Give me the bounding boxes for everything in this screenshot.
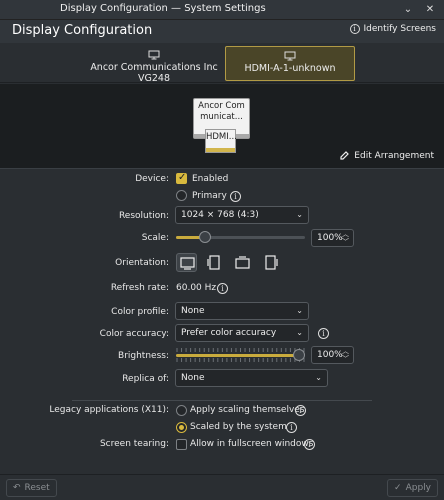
identify-screens-label: Identify Screens — [363, 24, 436, 34]
screen-arrangement-area[interactable]: Ancor Communicat... HDMI... Edit Arrange… — [0, 84, 444, 169]
orientation-landscape-button[interactable] — [176, 253, 197, 272]
output-tabs: Ancor Communications Inc VG248 HDMI-A-1-… — [0, 43, 444, 84]
brightness-label: Brightness: — [118, 351, 169, 361]
tab-label: Ancor Communications Inc VG248 — [90, 62, 218, 84]
info-icon[interactable]: i — [295, 405, 306, 416]
info-icon[interactable]: i — [304, 439, 315, 450]
tab-label: HDMI-A-1-unknown — [244, 63, 336, 74]
checkmark-icon: ✓ — [394, 483, 402, 493]
chevron-down-icon: ⌄ — [296, 328, 303, 337]
apply-label: Apply — [405, 483, 431, 493]
enabled-label: Enabled — [192, 174, 229, 184]
info-icon: i — [349, 24, 360, 34]
brightness-slider-handle[interactable] — [293, 349, 305, 361]
scale-slider[interactable] — [176, 230, 305, 244]
reset-button[interactable]: ↶ Reset — [6, 479, 57, 497]
orientation-label: Orientation: — [115, 258, 169, 268]
slider-ticks — [176, 358, 305, 362]
scale-spinbox[interactable]: 100% ︿ ﹀ — [311, 229, 354, 247]
screen-tearing-label: Screen tearing: — [99, 439, 169, 449]
chevron-down-icon: ⌄ — [315, 373, 322, 382]
landscape-icon — [180, 257, 195, 270]
footer: ↶ Reset ✓ Apply — [0, 474, 444, 500]
tab-ancor-vg248[interactable]: Ancor Communications Inc VG248 — [84, 46, 224, 84]
orientation-portrait-right-button[interactable] — [260, 253, 281, 272]
page-title: Display Configuration — [12, 23, 153, 38]
refresh-rate-value: 60.00 Hz — [176, 283, 217, 293]
close-icon[interactable]: ✕ — [424, 4, 436, 16]
info-icon[interactable]: i — [286, 422, 297, 433]
brightness-spinbox[interactable]: 100% ︿ ﹀ — [311, 346, 354, 364]
scale-slider-handle[interactable] — [199, 231, 212, 243]
window-titlebar: Display Configuration — System Settings … — [0, 0, 444, 20]
brightness-slider[interactable] — [176, 348, 305, 362]
apply-button[interactable]: ✓ Apply — [387, 479, 438, 497]
screen-label: HDMI... — [206, 132, 237, 142]
color-accuracy-label: Color accuracy: — [99, 329, 169, 339]
brightness-value: 100% — [317, 350, 343, 360]
replica-value: None — [181, 373, 205, 383]
allow-tearing-checkbox[interactable] — [176, 439, 187, 450]
monitor-icon — [284, 51, 296, 61]
orientation-portrait-left-button[interactable] — [204, 253, 225, 272]
enabled-checkbox[interactable] — [176, 172, 187, 184]
portrait-left-icon — [207, 255, 220, 270]
primary-radio[interactable] — [176, 190, 187, 201]
spin-arrows-icon[interactable]: ︿ ﹀ — [342, 230, 349, 246]
device-label: Device: — [135, 174, 169, 184]
chevron-down-icon: ⌄ — [296, 210, 303, 219]
resolution-select[interactable]: 1024 × 768 (4:3) ⌄ — [175, 206, 309, 224]
reset-label: Reset — [24, 483, 50, 493]
scale-label: Scale: — [141, 233, 169, 243]
slider-ticks — [176, 348, 305, 352]
legacy-apps-label: Legacy applications (X11): — [49, 405, 169, 415]
allow-tearing-label: Allow in fullscreen windows — [190, 439, 314, 449]
divider — [72, 400, 372, 401]
identify-screens-button[interactable]: i Identify Screens — [349, 24, 436, 34]
slider-ticks — [176, 230, 305, 235]
info-icon[interactable]: i — [230, 191, 241, 202]
monitor-icon — [148, 50, 160, 60]
info-icon[interactable]: i — [217, 283, 228, 294]
color-profile-select[interactable]: None ⌄ — [175, 302, 309, 320]
color-accuracy-value: Prefer color accuracy — [181, 328, 277, 338]
portrait-right-icon — [265, 255, 278, 270]
info-icon[interactable]: i — [318, 328, 329, 339]
color-profile-value: None — [181, 306, 205, 316]
orientation-flipped-button[interactable] — [232, 253, 253, 272]
color-accuracy-select[interactable]: Prefer color accuracy ⌄ — [175, 324, 309, 342]
spin-arrows-icon[interactable]: ︿ ﹀ — [342, 347, 349, 363]
color-profile-label: Color profile: — [111, 307, 169, 317]
replica-select[interactable]: None ⌄ — [175, 369, 328, 387]
replica-label: Replica of: — [122, 374, 169, 384]
landscape-flipped-icon — [235, 256, 250, 269]
resolution-value: 1024 × 768 (4:3) — [181, 210, 259, 220]
pencil-icon — [340, 151, 350, 160]
apply-scaling-radio[interactable] — [176, 405, 187, 416]
chevron-down-icon: ⌄ — [296, 306, 303, 315]
screen-hdmi[interactable]: HDMI... — [205, 129, 237, 153]
edit-arrangement-label: Edit Arrangement — [354, 150, 434, 161]
refresh-rate-label: Refresh rate: — [110, 283, 169, 293]
page-header: Display Configuration i Identify Screens — [0, 20, 444, 43]
scale-value: 100% — [317, 233, 343, 243]
primary-label: Primary — [192, 191, 227, 201]
tab-hdmi-a-1[interactable]: HDMI-A-1-unknown — [225, 46, 355, 81]
scaled-by-system-label: Scaled by the system — [190, 422, 287, 432]
resolution-label: Resolution: — [118, 211, 169, 221]
edit-arrangement-button[interactable]: Edit Arrangement — [339, 150, 434, 161]
scaled-by-system-radio[interactable] — [176, 422, 187, 433]
screen-label: Ancor Communicat... — [198, 101, 245, 122]
undo-icon: ↶ — [13, 483, 21, 493]
chevron-down-icon[interactable]: ⌄ — [402, 4, 414, 16]
apply-scaling-label: Apply scaling themselves — [190, 405, 305, 415]
window-title: Display Configuration — System Settings — [60, 3, 266, 14]
